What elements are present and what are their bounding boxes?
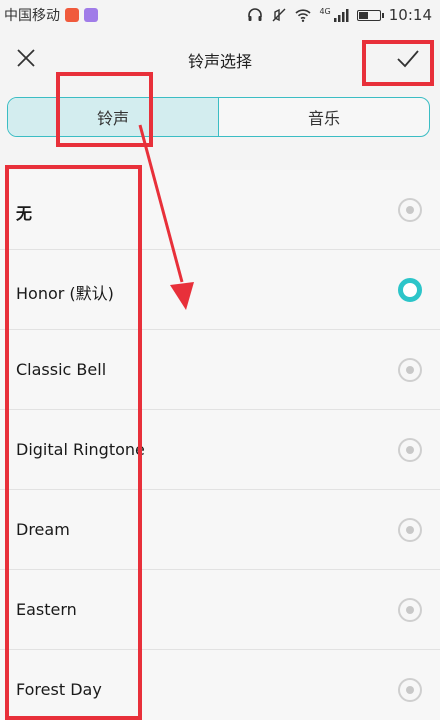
annotation-arrow	[138, 124, 194, 310]
ringtone-picker-screen: 中国移动 4G 10:14 铃声选择 铃声 音乐 无 Honor (默认) Cl…	[0, 0, 440, 720]
